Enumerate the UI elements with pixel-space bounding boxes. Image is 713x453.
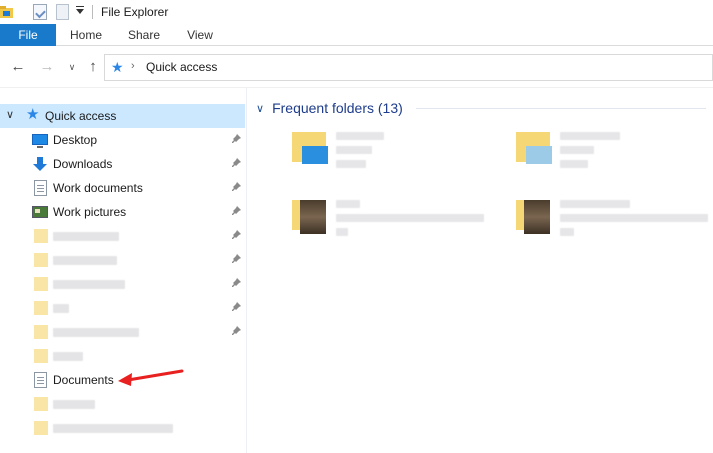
- content-pane: ∨ Frequent folders (13): [248, 88, 713, 453]
- sidebar-item-blurred[interactable]: [0, 416, 245, 440]
- blurred-label: [53, 304, 69, 313]
- folder-icon: [34, 277, 48, 291]
- ribbon-tabs: File Home Share View: [0, 24, 713, 46]
- tab-view[interactable]: View: [172, 24, 228, 46]
- sidebar-item-label: Downloads: [53, 157, 113, 171]
- photo-thumbnail: [300, 200, 326, 234]
- recent-locations-chevron-icon[interactable]: ∨: [63, 58, 81, 76]
- blurred-label: [336, 160, 366, 168]
- pin-icon[interactable]: [230, 181, 242, 193]
- sidebar-item-label: Work pictures: [53, 205, 127, 219]
- blurred-label: [53, 400, 95, 409]
- photo-thumbnail: [524, 200, 550, 234]
- sidebar-item-label: Desktop: [53, 133, 98, 147]
- tab-home[interactable]: Home: [56, 24, 116, 46]
- folder-overlay: [302, 146, 328, 164]
- pin-icon[interactable]: [230, 253, 242, 265]
- collapse-chevron-icon[interactable]: ∨: [256, 102, 264, 115]
- blurred-label: [53, 328, 139, 337]
- sidebar-item-label: Work documents: [53, 181, 143, 195]
- file-explorer-app-icon[interactable]: [0, 5, 14, 19]
- tab-file[interactable]: File: [0, 24, 56, 46]
- blurred-label: [53, 232, 119, 241]
- blurred-label: [336, 132, 384, 140]
- pin-icon[interactable]: [230, 277, 242, 289]
- sidebar-item-blurred[interactable]: [0, 344, 245, 368]
- folder-icon: [34, 253, 48, 267]
- folder-tile[interactable]: [516, 126, 713, 192]
- blurred-label: [53, 424, 173, 433]
- desktop-icon: [32, 134, 48, 148]
- blurred-label: [53, 280, 125, 289]
- blurred-label: [560, 214, 708, 222]
- folder-overlay: [526, 146, 552, 164]
- quick-access-star-icon: ★: [26, 106, 40, 123]
- expand-chevron-icon[interactable]: ∨: [6, 108, 14, 121]
- title-separator: [92, 5, 93, 19]
- sidebar-item-work-pictures[interactable]: Work pictures: [0, 200, 245, 224]
- sidebar-item-quick-access[interactable]: ∨ ★ Quick access: [0, 104, 245, 128]
- document-icon: [34, 372, 47, 388]
- sidebar-item-blurred[interactable]: [0, 224, 245, 248]
- annotation-arrow: [118, 369, 184, 386]
- forward-arrow-icon[interactable]: →: [38, 58, 56, 76]
- folder-icon: [34, 229, 48, 243]
- blurred-label: [336, 214, 484, 222]
- sidebar-item-blurred[interactable]: [0, 248, 245, 272]
- blurred-label: [560, 200, 630, 208]
- frequent-folders-header[interactable]: ∨ Frequent folders (13): [256, 99, 403, 117]
- navigation-pane: ∨ ★ Quick access Desktop Downloads Work …: [0, 88, 247, 453]
- folder-icon: [34, 301, 48, 315]
- folder-icon: [34, 349, 48, 363]
- blurred-label: [560, 160, 588, 168]
- document-icon: [34, 180, 47, 196]
- tab-share[interactable]: Share: [116, 24, 172, 46]
- folder-tile[interactable]: [292, 126, 512, 192]
- sidebar-item-blurred[interactable]: [0, 272, 245, 296]
- pin-icon[interactable]: [230, 205, 242, 217]
- title-bar: File Explorer: [0, 0, 713, 24]
- new-folder-icon[interactable]: [56, 4, 69, 20]
- blurred-label: [560, 146, 594, 154]
- sidebar-item-desktop[interactable]: Desktop: [0, 128, 245, 152]
- pin-icon[interactable]: [230, 229, 242, 241]
- navigation-bar: ← → ∨ ↑ ★ › Quick access: [0, 46, 713, 88]
- group-title: Frequent folders (13): [272, 100, 403, 116]
- blurred-label: [336, 228, 348, 236]
- sidebar-item-downloads[interactable]: Downloads: [0, 152, 245, 176]
- properties-icon[interactable]: [33, 4, 47, 20]
- folder-tile[interactable]: [516, 194, 713, 260]
- folder-tile[interactable]: [292, 194, 512, 260]
- back-arrow-icon[interactable]: ←: [9, 58, 27, 76]
- sidebar-item-blurred[interactable]: [0, 320, 245, 344]
- picture-icon: [32, 206, 48, 218]
- download-arrow-icon: [33, 157, 47, 171]
- window-title: File Explorer: [101, 5, 169, 19]
- pin-icon[interactable]: [230, 157, 242, 169]
- quick-access-star-icon: ★: [111, 59, 124, 75]
- breadcrumb-chevron-icon[interactable]: ›: [131, 60, 135, 72]
- pin-icon[interactable]: [230, 301, 242, 313]
- breadcrumb-quick-access[interactable]: Quick access: [146, 60, 217, 74]
- sidebar-item-blurred[interactable]: [0, 296, 245, 320]
- blurred-label: [336, 200, 360, 208]
- sidebar-item-blurred[interactable]: [0, 392, 245, 416]
- blurred-label: [53, 352, 83, 361]
- customize-toolbar-dropdown-icon[interactable]: [76, 6, 84, 14]
- pin-icon[interactable]: [230, 133, 242, 145]
- blurred-label: [560, 132, 620, 140]
- sidebar-item-label: Documents: [53, 373, 114, 387]
- group-divider: [416, 108, 706, 109]
- folder-icon: [34, 421, 48, 435]
- blurred-label: [53, 256, 117, 265]
- pin-icon[interactable]: [230, 325, 242, 337]
- address-bar[interactable]: ★ › Quick access: [104, 54, 713, 81]
- folder-icon: [34, 397, 48, 411]
- sidebar-item-label: Quick access: [45, 109, 117, 123]
- blurred-label: [560, 228, 574, 236]
- blurred-label: [336, 146, 372, 154]
- sidebar-item-work-documents[interactable]: Work documents: [0, 176, 245, 200]
- folder-icon: [34, 325, 48, 339]
- up-arrow-icon[interactable]: ↑: [84, 58, 102, 76]
